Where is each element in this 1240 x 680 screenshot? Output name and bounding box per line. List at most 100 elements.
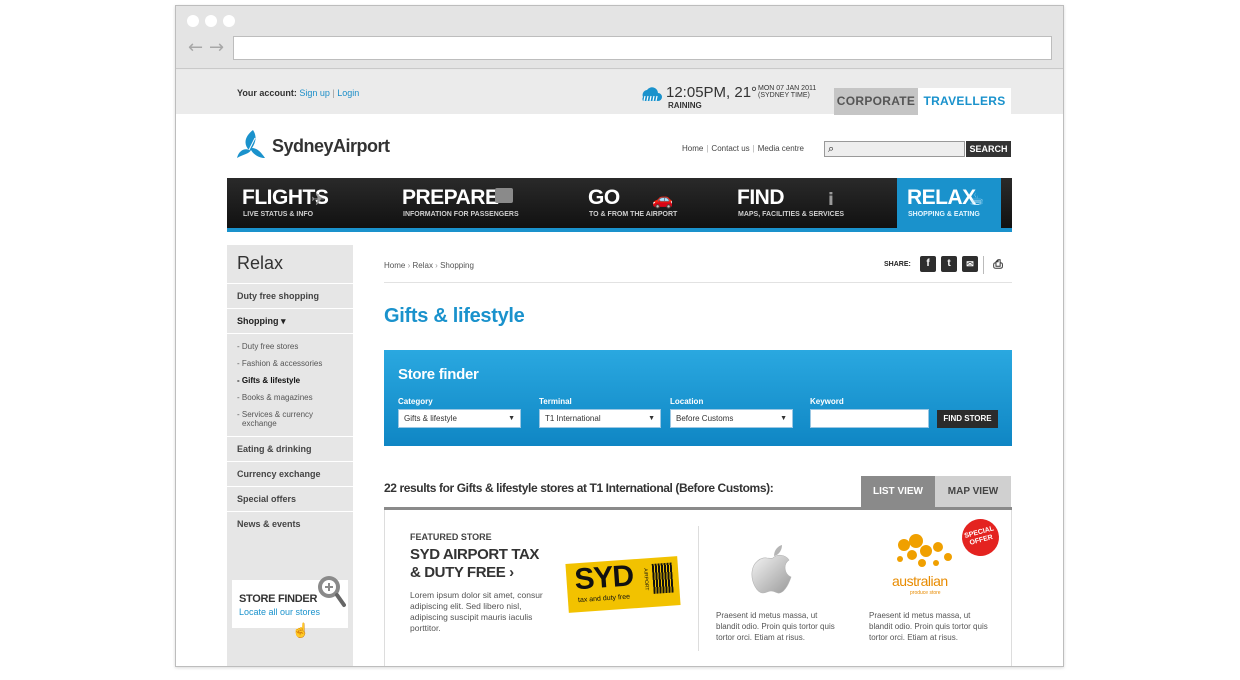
syd-logo-airport-text: AIRPORT [642, 568, 650, 591]
browser-chrome: ← → [176, 6, 1063, 69]
nav-find-subtitle: MAPS, FACILITIES & SERVICES [738, 211, 845, 218]
login-link[interactable]: Login [337, 88, 359, 98]
weather-status: RAINING [668, 101, 702, 110]
time-temperature: 12:05PM, 21° [666, 84, 758, 101]
nav-flights-subtitle: LIVE STATUS & INFO [243, 211, 314, 218]
breadcrumb-relax[interactable]: Relax [412, 261, 432, 270]
sidebar-subitem-services[interactable]: - Services & currency [237, 410, 313, 419]
nav-flights[interactable]: FLIGHTS LIVE STATUS & INFO ✈ [227, 178, 387, 228]
keyword-label: Keyword [810, 397, 844, 406]
forward-arrow-icon[interactable]: → [209, 39, 224, 57]
syd-logo-text: SYD [573, 559, 635, 597]
breadcrumb-chevron-icon: › [407, 261, 411, 270]
nav-relax-title: RELAX [907, 186, 976, 209]
sidebar-subitem-books[interactable]: - Books & magazines [237, 393, 313, 402]
keyword-input[interactable] [810, 409, 929, 428]
magnifier-icon [318, 576, 346, 607]
location-select[interactable]: Before Customs ▼ [670, 409, 793, 428]
window-maximize-dot[interactable] [223, 15, 235, 27]
info-icon: i [828, 190, 834, 210]
featured-store-name[interactable]: SYD AIRPORT TAX & DUTY FREE › [410, 546, 539, 582]
sidebar-subitem-fashion[interactable]: - Fashion & accessories [237, 359, 322, 368]
nav-go-title: GO [588, 186, 620, 209]
flower-cluster-icon [897, 534, 952, 567]
store-cards: FEATURED STORE SYD AIRPORT TAX & DUTY FR… [384, 510, 1012, 666]
apple-store-description: Praesent id metus massa, ut blandit odio… [716, 611, 835, 642]
tab-travellers[interactable]: TRAVELLERS [918, 88, 1011, 115]
utility-links: Home | Contact us | Media centre [682, 144, 804, 153]
tab-list-view[interactable]: LIST VIEW [861, 476, 935, 507]
nav-go-subtitle: TO & FROM THE AIRPORT [589, 211, 678, 218]
location-label: Location [670, 397, 704, 406]
find-store-button[interactable]: FIND STORE [937, 410, 998, 428]
sidebar-item-news[interactable]: News & events [227, 511, 353, 536]
sidebar-item-duty-free[interactable]: Duty free shopping [227, 283, 353, 308]
category-value: Gifts & lifestyle [404, 414, 457, 423]
chevron-down-icon: ▼ [648, 415, 655, 422]
store-finder-heading: Store finder [398, 366, 479, 383]
nav-relax[interactable]: RELAX SHOPPING & EATING ☕ [897, 178, 1001, 228]
sidebar-item-shopping[interactable]: Shopping ▾ [227, 308, 353, 333]
nav-prepare-subtitle: INFORMATION FOR PASSENGERS [403, 211, 519, 218]
sidebar-item-currency[interactable]: Currency exchange [227, 461, 353, 486]
butterfly-logo-icon [237, 130, 265, 158]
sidebar-item-special-offers[interactable]: Special offers [227, 486, 353, 511]
email-icon[interactable]: ✉ [962, 256, 978, 272]
search-button[interactable]: SEARCH [966, 141, 1011, 157]
featured-store-label: FEATURED STORE [410, 532, 492, 542]
rain-cloud-icon [642, 87, 662, 102]
store-finder-panel: Store finder Category Gifts & lifestyle … [384, 350, 1012, 446]
browser-window: ← → Your account: Sign up | Login 12:05P… [175, 5, 1064, 667]
tab-map-view[interactable]: MAP VIEW [935, 476, 1011, 507]
logo-wordmark: SydneyAirport [272, 136, 390, 156]
category-label: Category [398, 397, 433, 406]
search-input[interactable]: ⌕ [824, 141, 965, 157]
store-finder-promo[interactable]: STORE FINDER Locate all our stores ☝ [232, 576, 348, 638]
category-select[interactable]: Gifts & lifestyle ▼ [398, 409, 521, 428]
main-navigation: FLIGHTS LIVE STATUS & INFO ✈ PREPARE INF… [227, 178, 1012, 232]
barcode-icon [651, 562, 674, 594]
search-icon: ⌕ [828, 143, 835, 155]
home-link[interactable]: Home [682, 144, 703, 153]
nav-prepare-title: PREPARE [402, 186, 499, 209]
featured-store-name-line1: SYD AIRPORT TAX [410, 546, 540, 563]
sidebar-subitem-duty-free-stores[interactable]: - Duty free stores [237, 342, 298, 351]
sidebar: Relax Duty free shopping Shopping ▾ - Du… [227, 245, 353, 666]
sydney-airport-logo[interactable]: SydneyAirport [235, 128, 390, 167]
nav-find[interactable]: FIND MAPS, FACILITIES & SERVICES i [722, 178, 892, 228]
chevron-down-icon: ▼ [508, 415, 515, 422]
breadcrumb-home[interactable]: Home [384, 261, 405, 270]
sign-up-link[interactable]: Sign up [299, 88, 330, 98]
contact-us-link[interactable]: Contact us [711, 144, 749, 153]
account-label: Your account: [237, 88, 297, 98]
print-icon[interactable]: ⎙ [990, 256, 1006, 272]
address-bar[interactable] [233, 36, 1052, 60]
window-close-dot[interactable] [187, 15, 199, 27]
syd-duty-free-logo[interactable]: SYD tax and duty free AIRPORT [565, 556, 681, 613]
site-page: Your account: Sign up | Login 12:05PM, 2… [176, 70, 1063, 666]
hand-cursor-icon: ☝ [292, 622, 310, 638]
featured-store-description: Lorem ipsum dolor sit amet, consur adipi… [410, 590, 543, 633]
back-arrow-icon[interactable]: ← [188, 39, 203, 57]
nav-go[interactable]: GO TO & FROM THE AIRPORT 🚗 [573, 178, 713, 228]
sidebar-item-eating[interactable]: Eating & drinking [227, 436, 353, 461]
terminal-select[interactable]: T1 International ▼ [539, 409, 661, 428]
breadcrumb: Home › Relax › Shopping [384, 261, 474, 270]
page-title: Gifts & lifestyle [384, 305, 525, 327]
window-minimize-dot[interactable] [205, 15, 217, 27]
sidebar-title: Relax [237, 253, 284, 273]
content-divider [384, 282, 1012, 283]
australian-logo-subtext: produce store [910, 590, 941, 596]
australian-produce-logo[interactable]: australian produce store [892, 533, 972, 598]
apple-logo-icon[interactable] [751, 544, 795, 596]
tab-corporate[interactable]: CORPORATE [834, 88, 918, 115]
link-divider: | [752, 144, 755, 153]
sidebar-subitem-services-cont[interactable]: exchange [242, 419, 277, 428]
car-icon: 🚗 [652, 190, 674, 210]
media-centre-link[interactable]: Media centre [758, 144, 804, 153]
facebook-icon[interactable]: f [920, 256, 936, 272]
nav-prepare[interactable]: PREPARE INFORMATION FOR PASSENGERS [387, 178, 557, 228]
store-finder-link[interactable]: Locate all our stores [239, 607, 320, 617]
sidebar-subitem-gifts[interactable]: - Gifts & lifestyle [237, 376, 300, 385]
twitter-icon[interactable]: t [941, 256, 957, 272]
